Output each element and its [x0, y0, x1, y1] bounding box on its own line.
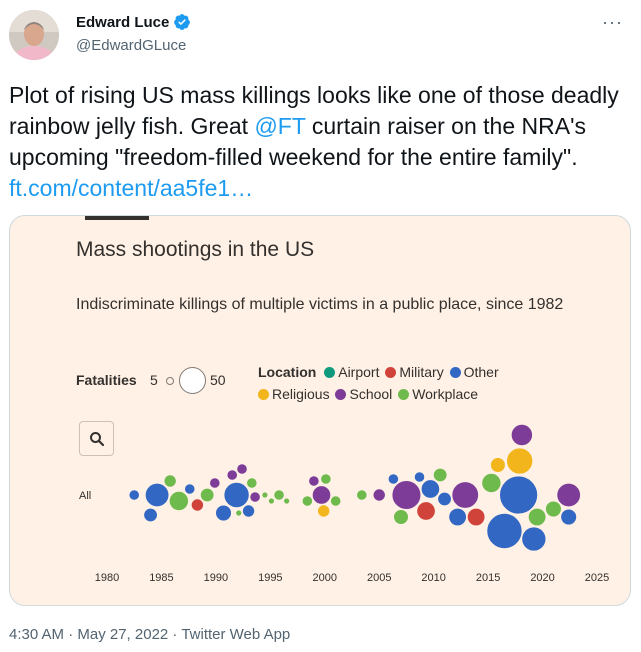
shooting-point-workplace[interactable] — [268, 497, 275, 505]
shooting-point-other[interactable] — [215, 504, 232, 522]
shooting-point-other[interactable] — [184, 483, 196, 495]
shooting-point-workplace[interactable] — [432, 467, 448, 483]
avatar-image — [9, 10, 59, 60]
shooting-point-school[interactable] — [249, 491, 261, 503]
shooting-point-other[interactable] — [499, 475, 539, 515]
beeswarm-plot: 1980 1985 1990 1995 2000 2005 2010 2015 2020 2025 — [95, 423, 609, 584]
article-link[interactable]: ft.com/content/aa5fe1… — [9, 175, 253, 201]
shooting-point-religious[interactable] — [490, 457, 506, 473]
shooting-point-school[interactable] — [311, 485, 332, 505]
shooting-point-other[interactable] — [242, 504, 256, 518]
author-handle[interactable]: @EdwardGLuce — [76, 37, 186, 54]
shooting-point-other[interactable] — [144, 482, 170, 508]
shooting-point-workplace[interactable] — [163, 474, 177, 488]
shooting-point-other[interactable] — [143, 507, 158, 523]
shooting-point-workplace[interactable] — [283, 497, 291, 505]
tweet-timestamp[interactable]: 4:30 AM · May 27, 2022 · Twitter Web App — [9, 626, 290, 643]
shooting-point-other[interactable] — [437, 491, 452, 507]
author-name-row[interactable]: Edward Luce — [76, 13, 191, 31]
shooting-point-school[interactable] — [226, 469, 238, 481]
x-tick-label: 2000 — [313, 572, 337, 584]
x-tick-label: 2020 — [530, 572, 554, 584]
mention-link[interactable]: @FT — [254, 113, 305, 139]
shooting-point-other[interactable] — [521, 526, 547, 552]
verified-badge-icon — [174, 14, 191, 30]
x-tick-label: 2015 — [476, 572, 500, 584]
shooting-point-school[interactable] — [209, 477, 221, 489]
shooting-point-other[interactable] — [223, 482, 250, 508]
shooting-point-workplace[interactable] — [301, 495, 313, 507]
shooting-point-school[interactable] — [451, 481, 479, 509]
shooting-point-school[interactable] — [236, 463, 248, 475]
shooting-point-school[interactable] — [556, 482, 581, 508]
shooting-point-workplace[interactable] — [481, 472, 502, 493]
shooting-point-workplace[interactable] — [320, 473, 332, 485]
shooting-point-workplace[interactable] — [545, 500, 562, 518]
shooting-point-workplace[interactable] — [356, 489, 368, 501]
shooting-point-military[interactable] — [190, 498, 204, 512]
chart-image-card[interactable]: Mass shootings in the US Indiscriminate … — [9, 215, 631, 606]
shooting-point-workplace[interactable] — [235, 509, 243, 517]
x-tick-label: 1980 — [95, 572, 119, 584]
x-tick-label: 2005 — [367, 572, 391, 584]
shooting-point-school[interactable] — [308, 475, 320, 487]
shooting-point-workplace[interactable] — [393, 509, 409, 525]
x-tick-label: 1985 — [149, 572, 173, 584]
shooting-point-workplace[interactable] — [261, 491, 269, 499]
shooting-point-workplace[interactable] — [273, 489, 285, 501]
shooting-point-workplace[interactable] — [168, 490, 189, 511]
x-tick-label: 2010 — [421, 572, 445, 584]
shooting-point-other[interactable] — [486, 513, 523, 549]
shooting-point-other[interactable] — [560, 508, 578, 526]
shooting-point-military[interactable] — [466, 507, 486, 527]
shooting-point-other[interactable] — [128, 489, 140, 501]
shooting-point-religious[interactable] — [506, 447, 534, 475]
more-options-icon[interactable]: ··· — [602, 12, 623, 33]
shooting-point-workplace[interactable] — [330, 495, 342, 507]
shooting-point-school[interactable] — [372, 488, 386, 502]
shooting-point-other[interactable] — [420, 479, 441, 499]
shooting-point-workplace[interactable] — [246, 477, 258, 489]
shooting-point-school[interactable] — [391, 480, 422, 510]
x-tick-label: 1990 — [204, 572, 228, 584]
shooting-point-school[interactable] — [510, 423, 533, 447]
tweet-text: Plot of rising US mass killings looks li… — [9, 80, 629, 204]
shooting-point-military[interactable] — [416, 501, 436, 521]
x-tick-label: 1995 — [258, 572, 282, 584]
x-tick-label: 2025 — [585, 572, 609, 584]
shooting-point-workplace[interactable] — [199, 487, 215, 503]
shooting-point-other[interactable] — [448, 507, 467, 527]
shooting-point-religious[interactable] — [317, 504, 331, 518]
shooting-point-workplace[interactable] — [527, 507, 547, 527]
author-name[interactable]: Edward Luce — [76, 14, 169, 31]
avatar[interactable] — [9, 10, 59, 60]
shooting-point-other[interactable] — [387, 473, 399, 485]
shooting-point-other[interactable] — [413, 471, 426, 483]
